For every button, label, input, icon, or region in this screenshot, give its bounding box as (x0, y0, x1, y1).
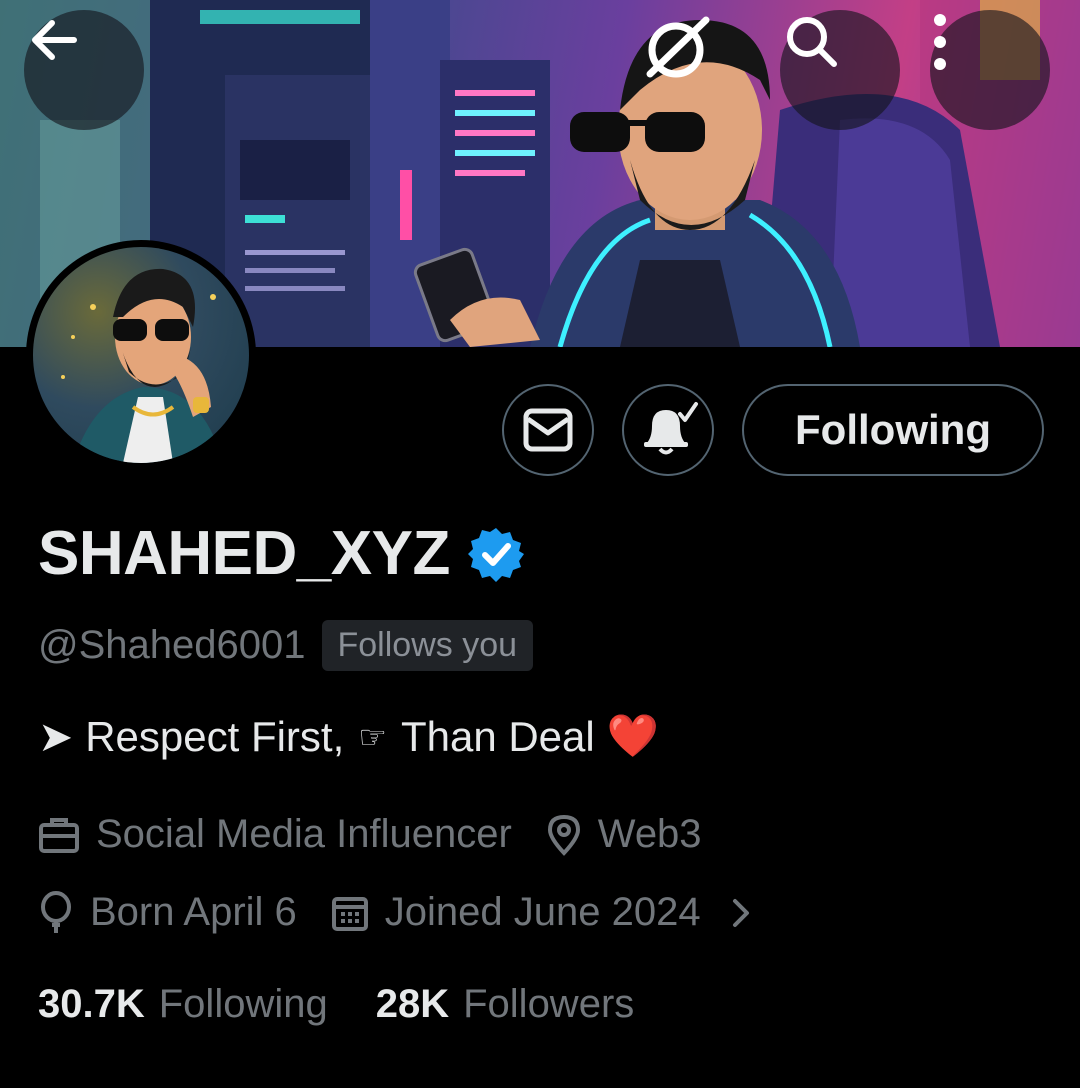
followers-count: 28K (375, 982, 450, 1026)
category-item: Social Media Influencer (38, 812, 512, 857)
birthday-text: Born April 6 (90, 890, 297, 934)
username-handle: @Shahed6001 (38, 623, 306, 667)
category-text: Social Media Influencer (96, 812, 512, 856)
more-vertical-icon (934, 14, 946, 70)
joined-item[interactable]: Joined June 2024 (331, 890, 755, 935)
profile-meta-row-2: Born April 6 Joined June 2024 (38, 890, 755, 935)
display-name: SHAHED_XYZ (38, 519, 450, 588)
location-pin-icon (547, 814, 580, 856)
following-count: 30.7K (38, 982, 145, 1026)
more-options-button[interactable] (930, 10, 1050, 130)
balloon-icon (41, 890, 71, 933)
profile-avatar[interactable] (26, 240, 256, 470)
handle-row: @Shahed6001 Follows you (38, 620, 534, 671)
location-item: Web3 (546, 812, 702, 857)
briefcase-icon (39, 817, 79, 853)
following-button[interactable]: Following (742, 384, 1044, 476)
birthday-item: Born April 6 (38, 890, 297, 935)
followers-label: Followers (463, 982, 635, 1026)
grok-icon (646, 16, 710, 78)
arrow-left-icon (32, 20, 77, 60)
bio-text-1: Respect First, (85, 712, 345, 760)
bio-heart: ❤️ (606, 712, 660, 759)
followers-stat[interactable]: 28K Followers (376, 982, 635, 1027)
grok-button[interactable] (636, 10, 756, 130)
joined-text: Joined June 2024 (384, 890, 701, 934)
follow-stats: 30.7K Following 28K Followers (38, 982, 634, 1027)
bio-arrow: ➤ (38, 713, 74, 760)
profile-bio: ➤ Respect First, ☞ Than Deal ❤️ (38, 712, 659, 761)
verified-badge-icon[interactable] (467, 526, 524, 582)
search-button[interactable] (780, 10, 900, 130)
mail-icon (523, 408, 573, 452)
bio-text-2: Than Deal (400, 712, 595, 760)
chevron-right-icon[interactable] (727, 895, 755, 931)
following-label: Following (158, 982, 328, 1026)
location-text: Web3 (597, 812, 702, 856)
bio-hand: ☞ (358, 718, 387, 755)
follows-you-badge: Follows you (321, 620, 534, 671)
notifications-button[interactable] (622, 384, 714, 476)
calendar-icon (331, 896, 368, 931)
message-button[interactable] (502, 384, 594, 476)
search-icon (787, 17, 837, 67)
avatar-image (33, 247, 249, 463)
back-button[interactable] (24, 10, 144, 130)
bell-check-icon (644, 402, 698, 455)
following-stat[interactable]: 30.7K Following (38, 982, 328, 1027)
profile-meta-row-1: Social Media Influencer Web3 (38, 812, 702, 857)
name-row: SHAHED_XYZ (38, 518, 524, 589)
